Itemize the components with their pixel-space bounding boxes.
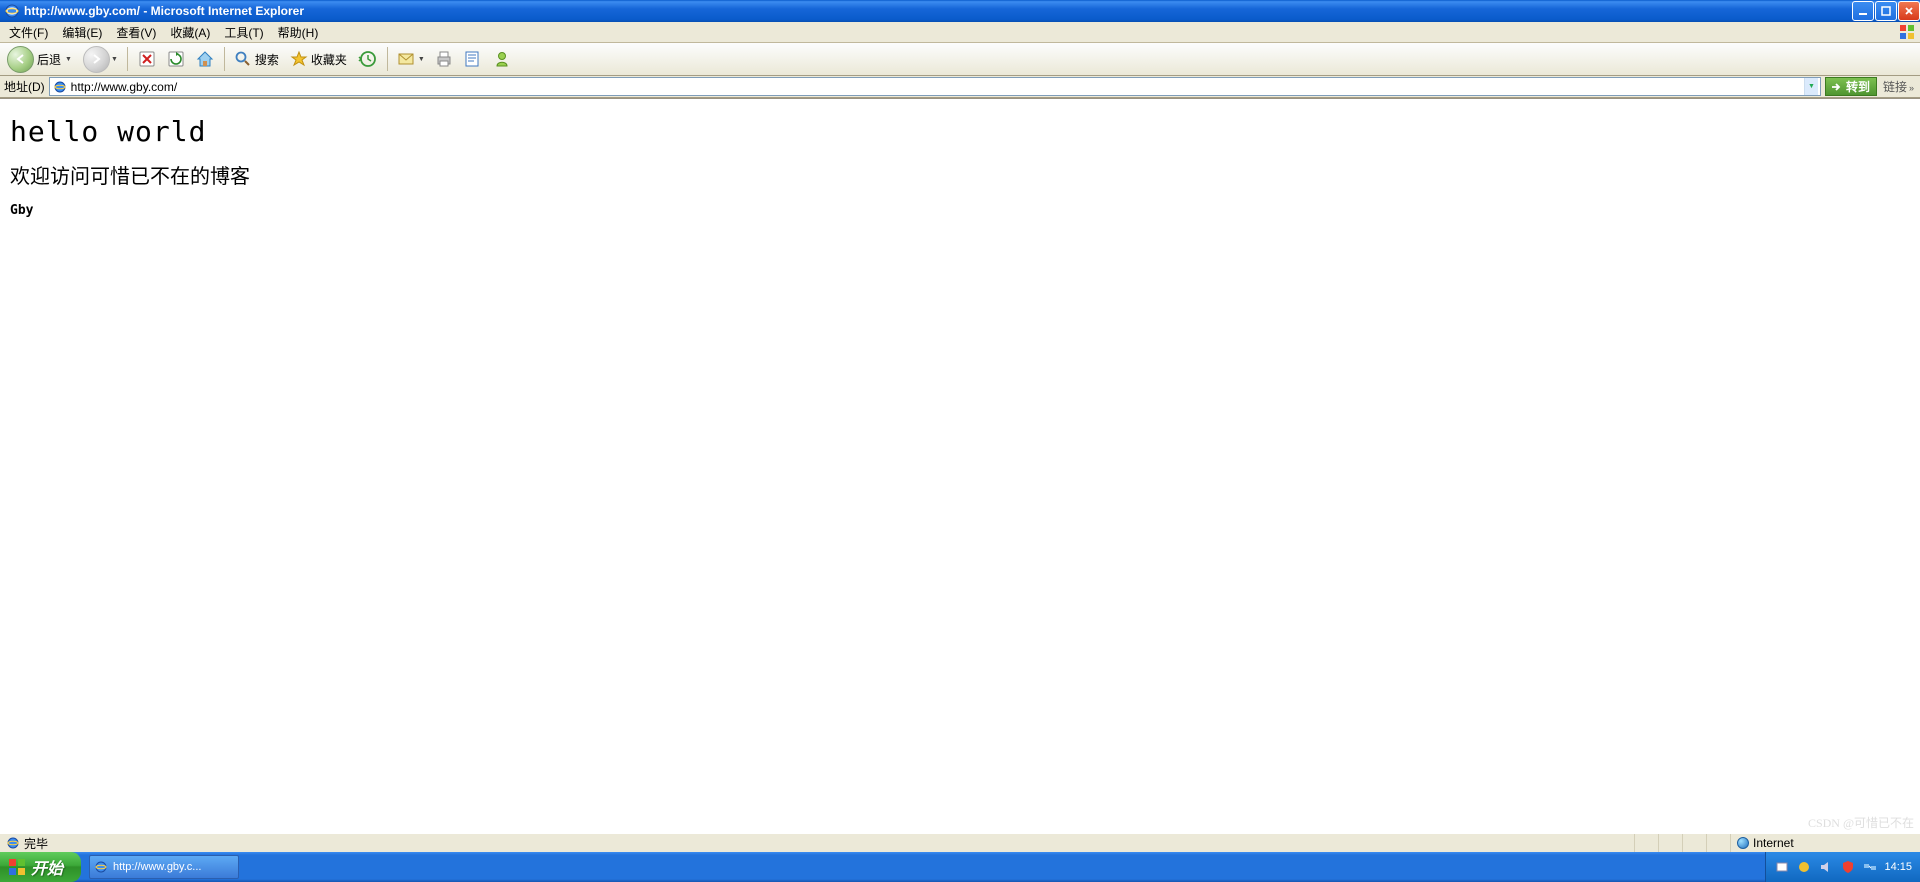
refresh-button[interactable] bbox=[163, 46, 189, 72]
page-heading-1: hello world bbox=[10, 115, 1910, 148]
ie-icon bbox=[4, 3, 20, 19]
status-pane bbox=[1682, 834, 1706, 852]
page-icon bbox=[52, 79, 68, 95]
menu-bar: 文件(F) 编辑(E) 查看(V) 收藏(A) 工具(T) 帮助(H) bbox=[0, 22, 1920, 43]
favorites-button[interactable]: 收藏夹 bbox=[287, 46, 352, 72]
favorites-label: 收藏夹 bbox=[311, 51, 347, 68]
menu-help[interactable]: 帮助(H) bbox=[271, 22, 326, 43]
search-icon bbox=[234, 50, 252, 68]
back-label: 后退 bbox=[37, 51, 61, 68]
forward-button[interactable]: ▼ bbox=[80, 46, 121, 72]
page-heading-4: Gby bbox=[10, 203, 1910, 218]
network-icon[interactable] bbox=[1862, 859, 1878, 875]
address-box[interactable]: ▼ bbox=[49, 77, 1821, 96]
volume-icon[interactable] bbox=[1818, 859, 1834, 875]
watermark-text: CSDN @可惜已不在 bbox=[1808, 814, 1914, 831]
address-input[interactable] bbox=[71, 79, 1804, 95]
minimize-button[interactable] bbox=[1852, 1, 1874, 21]
status-pane bbox=[1658, 834, 1682, 852]
dropdown-arrow-icon: ▼ bbox=[111, 56, 118, 63]
edit-button[interactable] bbox=[460, 46, 486, 72]
address-label: 地址(D) bbox=[4, 78, 45, 95]
page-content: hello world 欢迎访问可惜已不在的博客 Gby bbox=[0, 99, 1920, 232]
maximize-button[interactable] bbox=[1875, 1, 1897, 21]
menu-view[interactable]: 查看(V) bbox=[109, 22, 163, 43]
back-button[interactable]: 后退 ▼ bbox=[4, 46, 77, 72]
tray-icon[interactable] bbox=[1774, 859, 1790, 875]
start-label: 开始 bbox=[31, 855, 63, 879]
tray-icon[interactable] bbox=[1796, 859, 1812, 875]
shield-icon[interactable] bbox=[1840, 859, 1856, 875]
status-pane-main: 完毕 bbox=[0, 834, 1634, 852]
security-zone-pane[interactable]: Internet bbox=[1730, 834, 1920, 852]
window-title: http://www.gby.com/ - Microsoft Internet… bbox=[24, 4, 1851, 18]
close-button[interactable] bbox=[1898, 1, 1920, 21]
search-label: 搜索 bbox=[255, 51, 279, 68]
clock[interactable]: 14:15 bbox=[1884, 861, 1912, 873]
search-button[interactable]: 搜索 bbox=[231, 46, 284, 72]
print-button[interactable] bbox=[431, 46, 457, 72]
zone-text: Internet bbox=[1753, 836, 1794, 850]
chevron-icon: » bbox=[1909, 83, 1914, 93]
dropdown-arrow-icon: ▼ bbox=[65, 56, 72, 63]
toolbar-separator bbox=[387, 47, 388, 71]
menu-favorites[interactable]: 收藏(A) bbox=[163, 22, 217, 43]
toolbar-separator bbox=[127, 47, 128, 71]
status-pane bbox=[1706, 834, 1730, 852]
home-button[interactable] bbox=[192, 46, 218, 72]
stop-button[interactable] bbox=[134, 46, 160, 72]
toolbar-separator bbox=[224, 47, 225, 71]
status-text: 完毕 bbox=[24, 835, 48, 852]
task-label: http://www.gby.c... bbox=[113, 861, 201, 873]
windows-logo-icon bbox=[8, 858, 26, 876]
browser-viewport: hello world 欢迎访问可惜已不在的博客 Gby CSDN @可惜已不在 bbox=[0, 98, 1920, 833]
dropdown-arrow-icon: ▼ bbox=[418, 56, 425, 63]
system-tray[interactable]: 14:15 bbox=[1765, 852, 1920, 882]
links-button[interactable]: 链接» bbox=[1877, 78, 1920, 95]
star-icon bbox=[290, 50, 308, 68]
history-button[interactable] bbox=[355, 46, 381, 72]
status-bar: 完毕 Internet bbox=[0, 833, 1920, 852]
start-button[interactable]: 开始 bbox=[0, 852, 81, 882]
status-pane bbox=[1634, 834, 1658, 852]
ie-icon bbox=[94, 860, 108, 874]
messenger-button[interactable] bbox=[489, 46, 515, 72]
address-dropdown-button[interactable]: ▼ bbox=[1804, 78, 1818, 95]
windows-taskbar: 开始 http://www.gby.c... 14:15 bbox=[0, 852, 1920, 882]
page-heading-2: 欢迎访问可惜已不在的博客 bbox=[10, 160, 1910, 189]
menu-edit[interactable]: 编辑(E) bbox=[55, 22, 109, 43]
menu-tools[interactable]: 工具(T) bbox=[217, 22, 270, 43]
ie-page-icon bbox=[6, 836, 20, 850]
menu-file[interactable]: 文件(F) bbox=[2, 22, 55, 43]
navigation-toolbar: 后退 ▼ ▼ 搜索 收藏夹 ▼ bbox=[0, 43, 1920, 76]
address-bar: 地址(D) ▼ 转到 链接» bbox=[0, 76, 1920, 98]
go-arrow-icon bbox=[1829, 80, 1843, 94]
taskbar-task[interactable]: http://www.gby.c... bbox=[89, 855, 239, 879]
mail-button[interactable]: ▼ bbox=[394, 46, 428, 72]
globe-icon bbox=[1737, 837, 1749, 849]
windows-flag-icon bbox=[1898, 23, 1916, 41]
go-button[interactable]: 转到 bbox=[1825, 77, 1877, 96]
go-label: 转到 bbox=[1846, 78, 1870, 95]
window-titlebar: http://www.gby.com/ - Microsoft Internet… bbox=[0, 0, 1920, 22]
